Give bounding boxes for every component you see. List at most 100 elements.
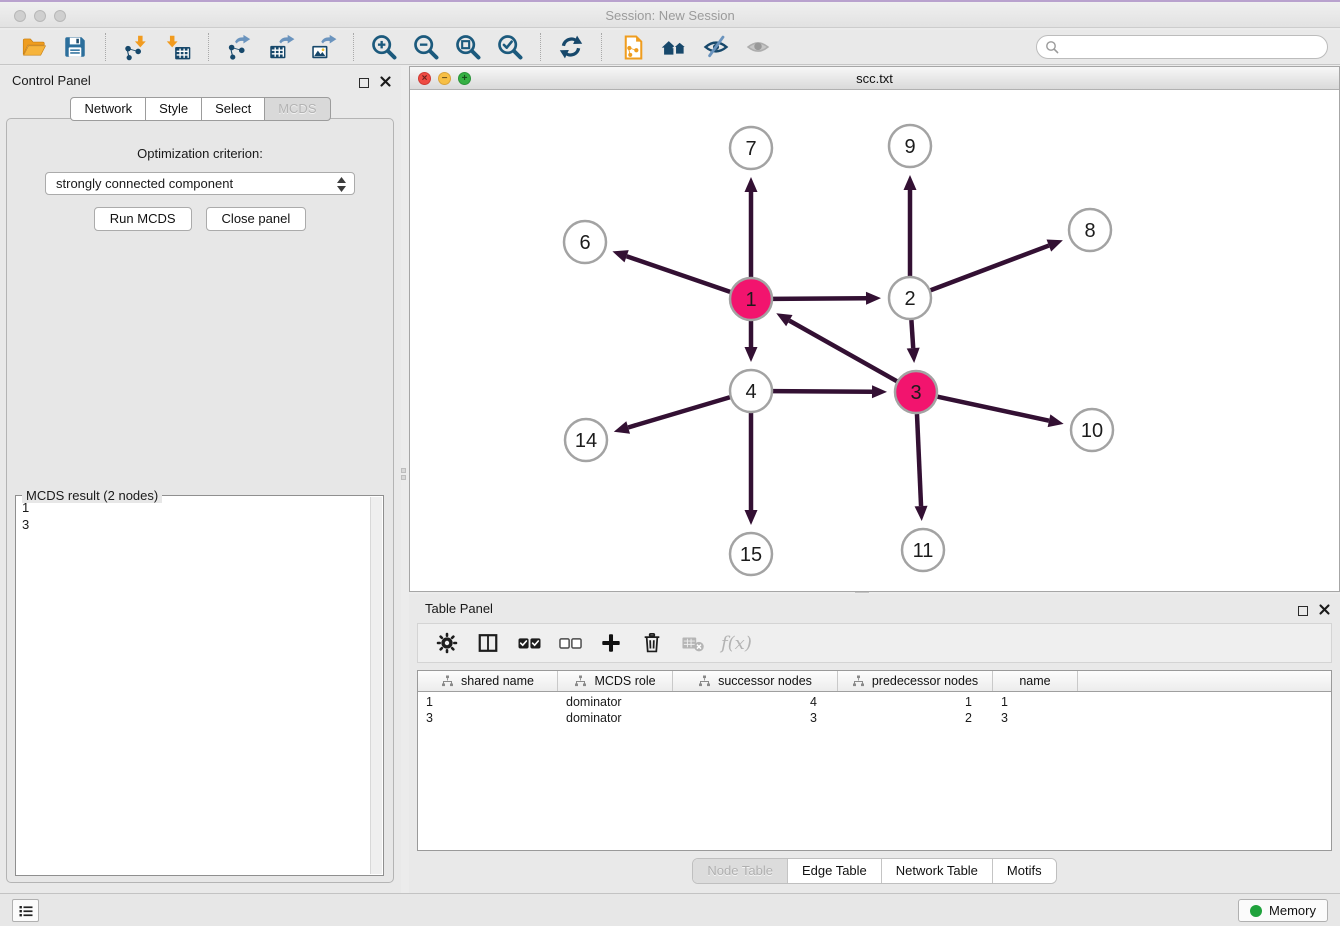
node-1[interactable]: 1 [730,278,772,320]
tab-node-table[interactable]: Node Table [693,859,788,883]
edge-4-14[interactable] [614,397,730,433]
node-label: 7 [745,138,756,160]
cell-mcds-role[interactable]: dominator [558,695,673,711]
edge-3-1[interactable] [776,313,897,381]
result-scrollbar[interactable] [370,497,382,874]
tab-motifs[interactable]: Motifs [993,859,1056,883]
tab-network-table[interactable]: Network Table [882,859,993,883]
edge-1-2[interactable] [773,292,881,305]
node-14[interactable]: 14 [565,419,607,461]
tab-style[interactable]: Style [145,97,202,121]
column-header-shared-name[interactable]: shared name [418,671,558,691]
unselect-all-columns-icon[interactable] [557,630,583,656]
open-session-icon[interactable] [18,32,48,62]
export-network-icon[interactable] [224,32,254,62]
tab-mcds[interactable]: MCDS [264,97,330,121]
show-all-icon[interactable] [743,32,773,62]
show-column-icon[interactable] [475,630,501,656]
close-panel-icon[interactable] [380,74,391,92]
first-neighbors-icon[interactable] [659,32,689,62]
edge-2-8[interactable] [931,239,1063,290]
toolbar-separator [601,33,602,61]
node-label: 2 [904,288,915,310]
edge-2-9[interactable] [904,175,917,276]
vertical-splitter-grip[interactable] [399,463,408,485]
import-network-icon[interactable] [121,32,151,62]
node-9[interactable]: 9 [889,125,931,167]
cell-shared-name[interactable]: 3 [418,711,558,727]
hide-selected-icon[interactable] [701,32,731,62]
node-7[interactable]: 7 [730,127,772,169]
zoom-selected-icon[interactable] [495,32,525,62]
node-label: 8 [1084,220,1095,242]
mcds-panel: Optimization criterion: strongly connect… [6,118,394,883]
network-overview-icon[interactable] [617,32,647,62]
cell-mcds-role[interactable]: dominator [558,711,673,727]
edge-1-6[interactable] [612,250,730,292]
tab-select[interactable]: Select [201,97,265,121]
window-title: Session: New Session [0,8,1340,23]
mcds-result-line: 1 [22,499,367,516]
column-header-mcds-role[interactable]: MCDS role [558,671,673,691]
node-10[interactable]: 10 [1071,409,1113,451]
zoom-out-icon[interactable] [411,32,441,62]
node-label: 6 [579,232,590,254]
column-header-label: name [1019,674,1050,688]
cell-successor-nodes[interactable]: 3 [673,711,838,727]
select-all-columns-icon[interactable] [516,630,542,656]
cell-name[interactable]: 3 [993,711,1078,727]
edge-2-3[interactable] [907,320,920,363]
cell-predecessor-nodes[interactable]: 2 [838,711,993,727]
search-input[interactable] [1036,35,1328,59]
node-8[interactable]: 8 [1069,209,1111,251]
node-15[interactable]: 15 [730,533,772,575]
node-3[interactable]: 3 [895,371,937,413]
node-table-body: 1dominator4113dominator323 [418,692,1331,727]
table-options-icon[interactable] [434,630,460,656]
export-table-icon[interactable] [266,32,296,62]
column-header-predecessor-nodes[interactable]: predecessor nodes [838,671,993,691]
cell-successor-nodes[interactable]: 4 [673,695,838,711]
node-2[interactable]: 2 [889,277,931,319]
close-table-panel-icon[interactable] [1319,602,1330,620]
cell-shared-name[interactable]: 1 [418,695,558,711]
table-panel-header: Table Panel [413,594,1340,624]
optimization-criterion-select[interactable]: strongly connected component [45,172,355,195]
run-mcds-button[interactable]: Run MCDS [94,207,192,231]
edge-4-3[interactable] [773,385,887,398]
column-header-name[interactable]: name [993,671,1078,691]
edge-4-15[interactable] [745,413,758,525]
node-11[interactable]: 11 [902,529,944,571]
network-window-titlebar[interactable]: × − + scc.txt [410,67,1339,90]
node-4[interactable]: 4 [730,370,772,412]
tab-edge-table[interactable]: Edge Table [788,859,882,883]
add-column-icon[interactable] [598,630,624,656]
table-row[interactable]: 3dominator323 [418,711,1331,727]
export-image-icon[interactable] [308,32,338,62]
node-6[interactable]: 6 [564,221,606,263]
cell-name[interactable]: 1 [993,695,1078,711]
memory-button[interactable]: Memory [1238,899,1328,922]
cell-predecessor-nodes[interactable]: 1 [838,695,993,711]
close-panel-button[interactable]: Close panel [206,207,307,231]
table-row[interactable]: 1dominator411 [418,695,1331,711]
float-table-panel-icon[interactable] [1298,606,1308,616]
edge-1-7[interactable] [745,177,758,277]
delete-column-icon[interactable] [639,630,665,656]
save-session-icon[interactable] [60,32,90,62]
edge-1-4[interactable] [745,321,758,362]
delete-table-icon [680,630,706,656]
zoom-fit-icon[interactable] [453,32,483,62]
edge-3-10[interactable] [938,397,1064,427]
float-panel-icon[interactable] [359,78,369,88]
task-history-button[interactable] [12,899,39,922]
import-table-icon[interactable] [163,32,193,62]
edge-3-11[interactable] [915,414,928,521]
column-header-successor-nodes[interactable]: successor nodes [673,671,838,691]
zoom-in-icon[interactable] [369,32,399,62]
tab-network[interactable]: Network [70,97,146,121]
network-canvas[interactable]: 7 9 6 8 1 2 4 3 14 10 15 11 [410,91,1339,591]
node-label: 11 [913,540,934,562]
apply-preferred-layout-icon[interactable] [556,32,586,62]
node-table[interactable]: shared nameMCDS rolesuccessor nodesprede… [417,670,1332,851]
